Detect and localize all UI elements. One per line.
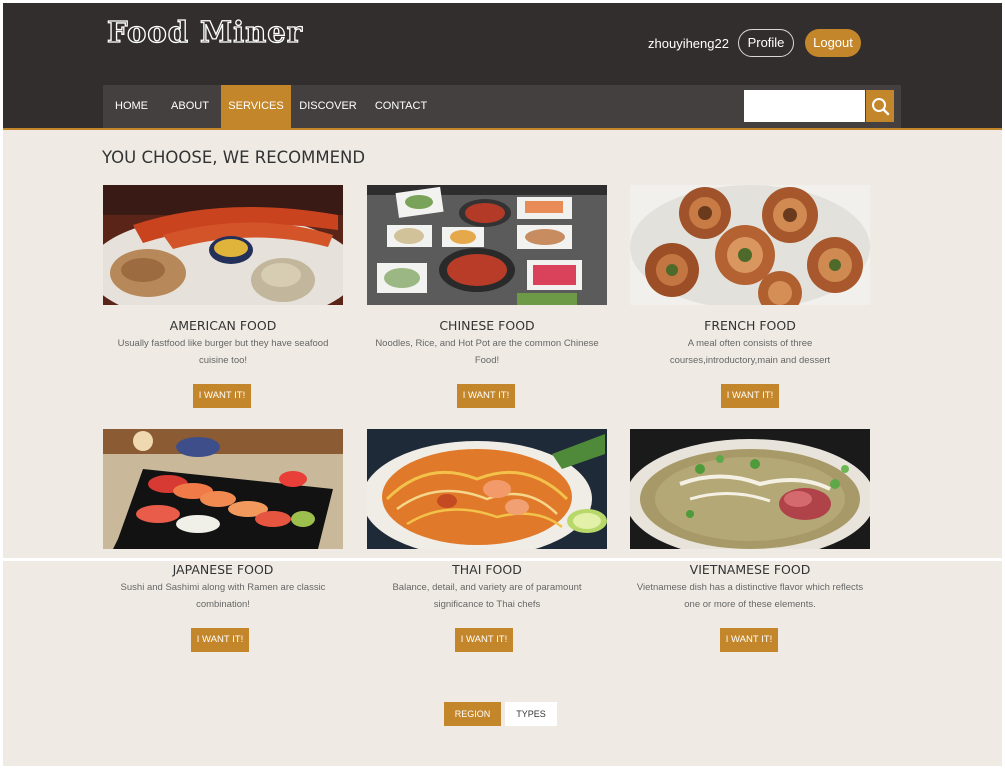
nav-home[interactable]: HOME	[103, 85, 160, 128]
card-description-line: combination!	[196, 599, 250, 610]
card-description-line: A meal often consists of three	[687, 338, 813, 349]
i-want-it-button[interactable]: I WANT IT!	[457, 384, 515, 408]
search-button[interactable]	[866, 90, 894, 122]
card-description-line: significance to Thai chefs	[433, 599, 541, 610]
card-title: VIETNAMESE FOOD	[689, 562, 811, 577]
logout-button[interactable]: Logout	[805, 29, 861, 57]
food-card-thai: THAI FOOD Balance, detail, and variety a…	[367, 429, 607, 654]
card-description-line: Vietnamese dish has a distinctive flavor…	[636, 582, 864, 593]
card-description-line: Usually fastfood like burger but they ha…	[117, 338, 329, 349]
i-want-it-button[interactable]: I WANT IT!	[191, 628, 249, 652]
card-title: FRENCH FOOD	[704, 318, 796, 333]
card-description-line: Food!	[474, 355, 500, 366]
search-icon	[872, 98, 890, 116]
card-description-line: Sushi and Sashimi along with Ramen are c…	[120, 582, 326, 593]
thai-food-photo	[367, 429, 607, 549]
card-description-line: Noodles, Rice, and Hot Pot are the commo…	[375, 338, 599, 349]
food-card-chinese: CHINESE FOOD Noodles, Rice, and Hot Pot …	[367, 185, 607, 410]
french-food-photo	[630, 185, 870, 305]
filter-tab-types[interactable]: TYPES	[505, 702, 557, 726]
card-title: CHINESE FOOD	[439, 318, 535, 333]
search-input[interactable]	[744, 90, 865, 122]
nav-about[interactable]: ABOUT	[160, 85, 220, 128]
i-want-it-button[interactable]: I WANT IT!	[721, 384, 779, 408]
food-card-american: AMERICAN FOOD Usually fastfood like burg…	[103, 185, 343, 410]
vietnamese-food-photo	[630, 429, 870, 549]
site-header: Food Miner zhouyiheng22 Profile Logout H…	[3, 3, 1002, 130]
japanese-food-photo	[103, 429, 343, 549]
chinese-food-photo	[367, 185, 607, 305]
i-want-it-button[interactable]: I WANT IT!	[455, 628, 513, 652]
food-card-vietnamese: VIETNAMESE FOOD Vietnamese dish has a di…	[630, 429, 870, 654]
section-title: YOU CHOOSE, WE RECOMMEND	[102, 148, 366, 167]
main-nav: HOME ABOUT SERVICES DISCOVER CONTACT	[103, 85, 901, 128]
i-want-it-button[interactable]: I WANT IT!	[193, 384, 251, 408]
card-description-line: courses,introductory,main and dessert	[669, 355, 831, 366]
profile-button[interactable]: Profile	[738, 29, 794, 57]
card-title: THAI FOOD	[452, 562, 522, 577]
card-description-line: cuisine too!	[198, 355, 248, 366]
nav-contact[interactable]: CONTACT	[366, 85, 436, 128]
divider	[3, 558, 1002, 561]
filter-tab-region[interactable]: REGION	[444, 702, 501, 726]
card-description-line: Balance, detail, and variety are of para…	[392, 582, 582, 593]
username-label: zhouyiheng22	[648, 36, 729, 51]
card-title: AMERICAN FOOD	[169, 318, 277, 333]
american-food-photo	[103, 185, 343, 305]
card-description-line: one or more of these elements.	[684, 599, 816, 610]
food-card-french: FRENCH FOOD A meal often consists of thr…	[630, 185, 870, 410]
page: Food Miner zhouyiheng22 Profile Logout H…	[3, 3, 1002, 766]
food-card-japanese: JAPANESE FOOD Sushi and Sashimi along wi…	[103, 429, 343, 654]
nav-services[interactable]: SERVICES	[221, 85, 291, 128]
nav-discover[interactable]: DISCOVER	[293, 85, 363, 128]
i-want-it-button[interactable]: I WANT IT!	[720, 628, 778, 652]
card-title: JAPANESE FOOD	[172, 562, 274, 577]
site-logo[interactable]: Food Miner	[106, 14, 303, 49]
